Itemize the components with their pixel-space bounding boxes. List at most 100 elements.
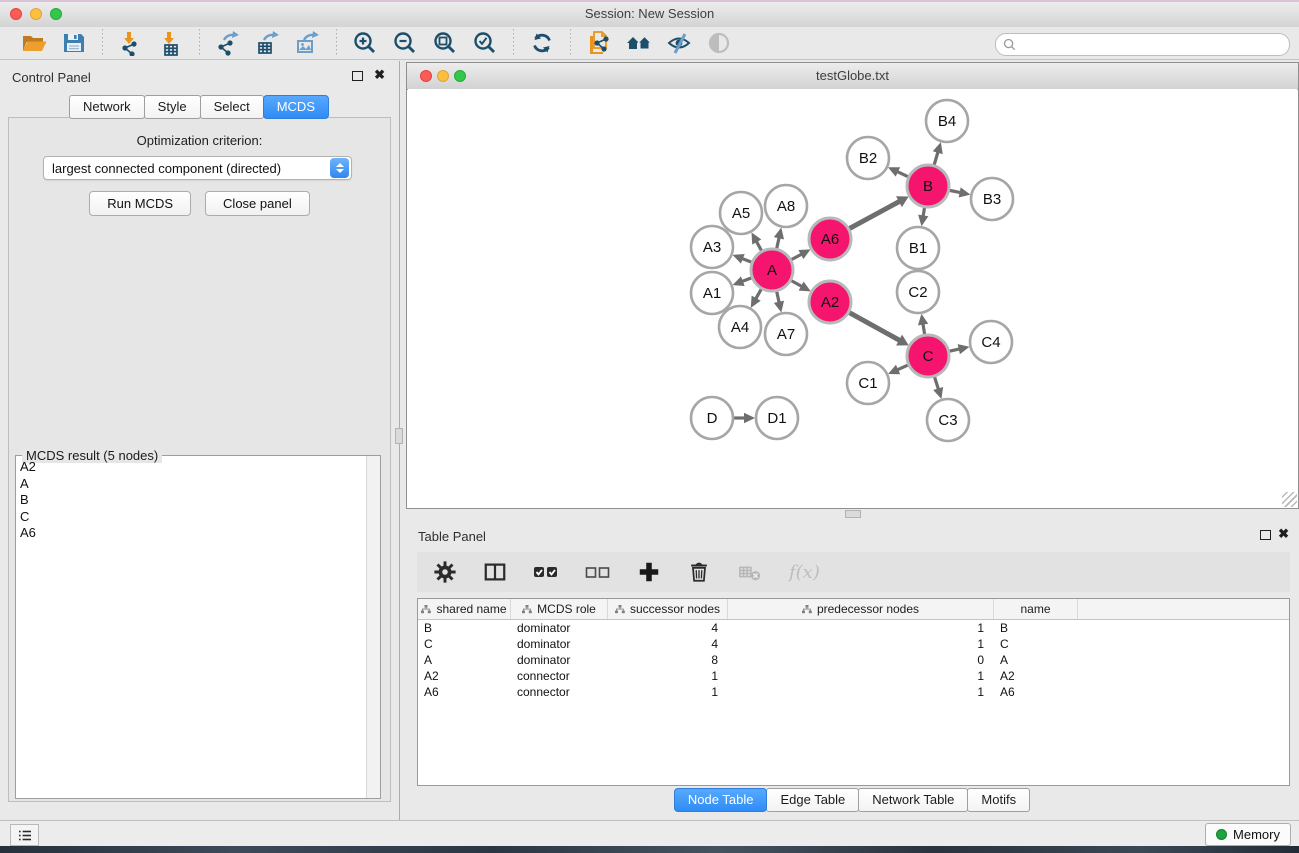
edge-A2-C[interactable]	[849, 313, 908, 346]
criterion-dropdown[interactable]: largest connected component (directed)	[43, 156, 352, 180]
window-resize-grip[interactable]	[1282, 492, 1297, 507]
column-visibility-button[interactable]	[483, 560, 507, 584]
node-C2[interactable]: C2	[897, 271, 939, 313]
result-item-a2[interactable]: A2	[16, 459, 367, 476]
node-A4[interactable]: A4	[719, 306, 761, 348]
edge-A-A7[interactable]	[774, 291, 784, 312]
edge-A-A3[interactable]	[733, 254, 752, 264]
export-table-button[interactable]	[248, 28, 288, 58]
zoom-in-button[interactable]	[345, 28, 385, 58]
import-network-button[interactable]	[111, 28, 151, 58]
import-table-button[interactable]	[151, 28, 191, 58]
close-table-panel-icon[interactable]: ✖	[1278, 527, 1289, 541]
table-row-a6[interactable]: A6connector11A6	[418, 684, 1289, 700]
network-window-titlebar[interactable]: testGlobe.txt	[407, 63, 1298, 90]
vertical-splitter-grip[interactable]	[395, 428, 403, 444]
column-header-predecessor-nodes[interactable]: predecessor nodes	[728, 599, 994, 619]
table-row-a[interactable]: Adominator80A	[418, 652, 1289, 668]
edge-A-A4[interactable]	[751, 289, 761, 308]
edge-A-A8[interactable]	[774, 227, 784, 248]
horizontal-splitter-grip[interactable]	[845, 510, 861, 518]
tab-motifs[interactable]: Motifs	[967, 788, 1030, 812]
edge-A-A5[interactable]	[752, 232, 762, 250]
tab-node-table[interactable]: Node Table	[674, 788, 768, 812]
tab-mcds[interactable]: MCDS	[263, 95, 329, 119]
node-C4[interactable]: C4	[970, 321, 1012, 363]
search-box[interactable]	[995, 33, 1290, 56]
node-B[interactable]: B	[907, 165, 949, 207]
deselect-all-rows-button[interactable]	[585, 559, 611, 585]
edge-A-A2[interactable]	[791, 281, 810, 292]
edge-C-C2[interactable]	[918, 314, 928, 335]
create-column-button[interactable]	[637, 560, 661, 584]
close-panel-icon[interactable]: ✖	[374, 68, 385, 82]
edge-B-B1[interactable]	[918, 208, 928, 227]
node-A7[interactable]: A7	[765, 313, 807, 355]
memory-button[interactable]: Memory	[1205, 823, 1291, 846]
node-D1[interactable]: D1	[756, 397, 798, 439]
node-table[interactable]: shared nameMCDS rolesuccessor nodesprede…	[417, 598, 1290, 786]
edge-A-A6[interactable]	[791, 249, 810, 259]
node-A[interactable]: A	[751, 249, 793, 291]
zoom-fit-button[interactable]	[425, 28, 465, 58]
tab-network[interactable]: Network	[69, 95, 145, 119]
select-all-rows-button[interactable]	[533, 559, 559, 585]
export-network-button[interactable]	[208, 28, 248, 58]
edge-D-D1[interactable]	[734, 413, 755, 423]
zoom-out-button[interactable]	[385, 28, 425, 58]
edge-B-B4[interactable]	[933, 142, 943, 165]
edge-B-B2[interactable]	[888, 167, 908, 176]
result-scrollbar[interactable]	[366, 456, 380, 798]
open-session-button[interactable]	[14, 28, 54, 58]
result-item-c[interactable]: C	[16, 509, 367, 526]
node-D[interactable]: D	[691, 397, 733, 439]
node-A8[interactable]: A8	[765, 185, 807, 227]
node-B4[interactable]: B4	[926, 100, 968, 142]
network-canvas[interactable]: B4 B2 B B3 A8A5 A6 A3 B1 A A1 C2 A2 A4A7 C4 C C1 D D1 C3	[408, 89, 1297, 507]
node-B2[interactable]: B2	[847, 137, 889, 179]
search-input[interactable]	[1016, 36, 1289, 53]
node-C3[interactable]: C3	[927, 399, 969, 441]
tab-edge-table[interactable]: Edge Table	[766, 788, 859, 812]
edge-C-C1[interactable]	[888, 365, 908, 374]
close-panel-button[interactable]: Close panel	[205, 191, 310, 216]
float-panel-icon[interactable]	[352, 71, 363, 81]
zoom-selected-button[interactable]	[465, 28, 505, 58]
edge-C-C3[interactable]	[933, 377, 943, 399]
table-settings-button[interactable]	[433, 560, 457, 584]
new-network-from-selection-button[interactable]	[579, 28, 619, 58]
mcds-result-list[interactable]: A2ABCA6	[16, 459, 367, 798]
column-header-name[interactable]: name	[994, 599, 1078, 619]
column-header-MCDS-role[interactable]: MCDS role	[511, 599, 608, 619]
node-A5[interactable]: A5	[720, 192, 762, 234]
table-row-a2[interactable]: A2connector11A2	[418, 668, 1289, 684]
column-header-shared-name[interactable]: shared name	[418, 599, 511, 619]
first-neighbors-button[interactable]	[619, 28, 659, 58]
node-A3[interactable]: A3	[691, 226, 733, 268]
node-A2[interactable]: A2	[809, 281, 851, 323]
node-C1[interactable]: C1	[847, 362, 889, 404]
node-B3[interactable]: B3	[971, 178, 1013, 220]
column-header-successor-nodes[interactable]: successor nodes	[608, 599, 728, 619]
save-session-button[interactable]	[54, 28, 94, 58]
node-C[interactable]: C	[907, 335, 949, 377]
hide-graphics-details-button[interactable]	[659, 28, 699, 58]
edge-C-C4[interactable]	[949, 344, 969, 354]
result-item-a6[interactable]: A6	[16, 525, 367, 542]
node-B1[interactable]: B1	[897, 227, 939, 269]
node-A1[interactable]: A1	[691, 272, 733, 314]
result-item-a[interactable]: A	[16, 476, 367, 493]
task-history-button[interactable]	[10, 824, 39, 846]
edge-A6-B[interactable]	[849, 196, 908, 228]
export-image-button[interactable]	[288, 28, 328, 58]
tab-select[interactable]: Select	[200, 95, 264, 119]
table-row-b[interactable]: Bdominator41B	[418, 620, 1289, 636]
node-A6[interactable]: A6	[809, 218, 851, 260]
run-mcds-button[interactable]: Run MCDS	[89, 191, 191, 216]
edge-B-B3[interactable]	[950, 187, 971, 197]
edge-A-A1[interactable]	[733, 276, 752, 286]
float-table-panel-icon[interactable]	[1260, 530, 1271, 540]
tab-network-table[interactable]: Network Table	[858, 788, 968, 812]
delete-column-button[interactable]	[687, 559, 711, 585]
tab-style[interactable]: Style	[144, 95, 201, 119]
